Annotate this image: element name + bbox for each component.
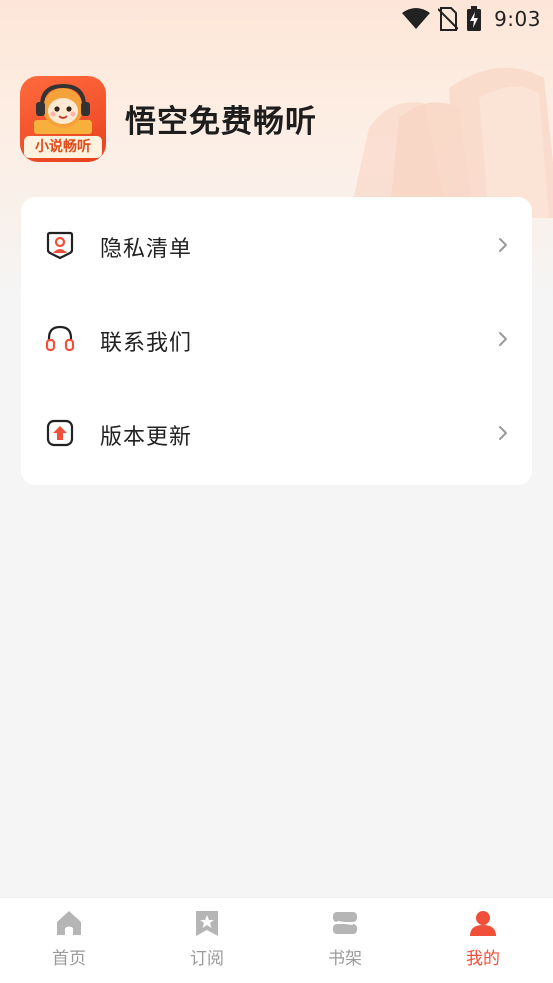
tab-bookshelf[interactable]: 书架 xyxy=(276,898,414,983)
status-time: 9:03 xyxy=(494,7,541,31)
app-logo: 小说畅听 xyxy=(20,76,106,162)
menu-item-contact-us[interactable]: 联系我们 xyxy=(21,291,532,385)
logo-label: 小说畅听 xyxy=(24,136,102,158)
wifi-icon xyxy=(402,8,431,29)
menu-item-label: 联系我们 xyxy=(100,331,193,356)
bookshelf-icon xyxy=(333,912,357,934)
update-icon xyxy=(46,419,74,447)
tab-mine[interactable]: 我的 xyxy=(414,898,552,983)
bottom-tab-bar: 首页 订阅 书架 我的 xyxy=(0,897,553,983)
tab-label: 我的 xyxy=(466,949,500,969)
headset-icon xyxy=(45,325,75,352)
privacy-list-icon xyxy=(46,231,74,260)
tab-label: 书架 xyxy=(328,949,362,969)
battery-charging-icon xyxy=(467,6,482,31)
chevron-right-icon xyxy=(499,332,507,346)
chevron-right-icon xyxy=(499,426,507,440)
tab-subscribe[interactable]: 订阅 xyxy=(138,898,276,983)
menu-item-version-update[interactable]: 版本更新 xyxy=(21,385,532,479)
profile-icon xyxy=(470,911,496,936)
screen: 9:03 小说畅听 悟空免费畅听 隐私清单 联系我们 版本更新 首页 订阅 书架… xyxy=(0,0,553,983)
tab-home[interactable]: 首页 xyxy=(0,898,138,983)
menu-item-label: 隐私清单 xyxy=(100,237,193,262)
book-decoration-icon xyxy=(349,67,553,218)
tab-label: 首页 xyxy=(52,949,86,969)
menu-card: 隐私清单 联系我们 版本更新 xyxy=(21,197,532,485)
bookmark-star-icon xyxy=(196,911,218,936)
chevron-right-icon xyxy=(499,238,507,252)
status-bar: 9:03 xyxy=(0,0,553,38)
tab-label: 订阅 xyxy=(190,949,224,969)
home-icon xyxy=(57,911,81,935)
menu-item-label: 版本更新 xyxy=(100,425,193,450)
no-sim-icon xyxy=(438,7,459,31)
app-name: 悟空免费畅听 xyxy=(125,104,317,140)
menu-item-privacy-list[interactable]: 隐私清单 xyxy=(21,197,532,291)
